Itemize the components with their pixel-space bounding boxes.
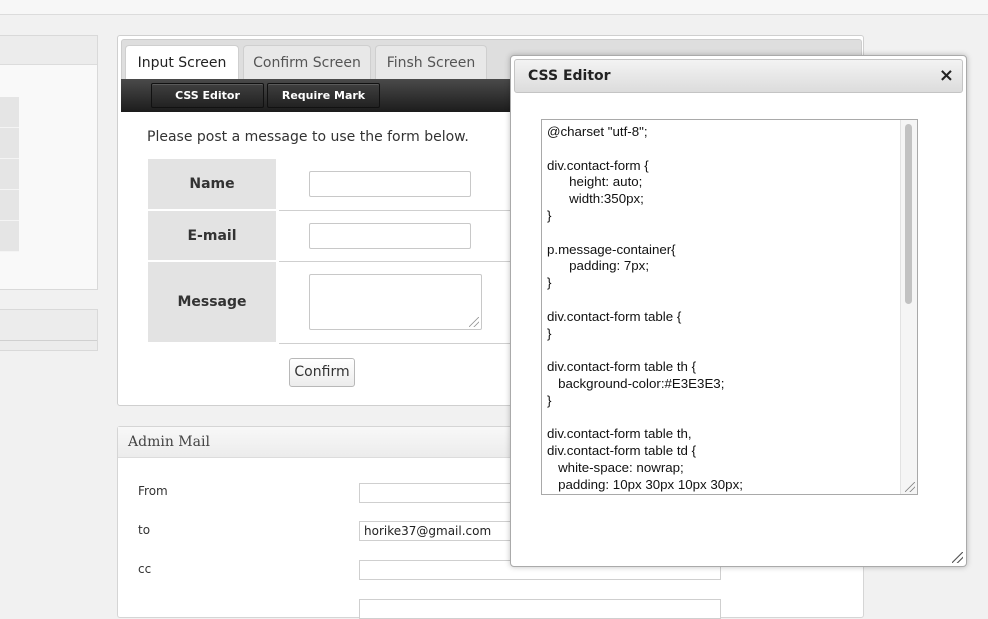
name-input[interactable] [309, 171, 471, 198]
sidebar-panel-header [0, 36, 97, 65]
tab-confirm-screen[interactable]: Confirm Screen [243, 45, 371, 80]
cc-label: cc [138, 562, 152, 576]
vertical-scrollbar[interactable] [900, 120, 917, 494]
sidebar-row[interactable] [0, 190, 19, 221]
sidebar-row[interactable] [0, 159, 19, 190]
dialog-resize-grip-icon[interactable] [952, 552, 963, 563]
email-input[interactable] [309, 222, 471, 249]
sidebar-panel-2 [0, 309, 98, 351]
css-editor-dialog: CSS Editor × @charset "utf-8"; div.conta… [510, 55, 967, 567]
require-mark-button[interactable]: Require Mark [267, 83, 380, 108]
sidebar-row[interactable] [0, 221, 19, 252]
sidebar-row[interactable] [0, 128, 19, 159]
sidebar-row[interactable] [0, 97, 19, 128]
css-code-text[interactable]: @charset "utf-8"; div.contact-form { hei… [542, 120, 917, 494]
css-code-textarea[interactable]: @charset "utf-8"; div.contact-form { hei… [541, 119, 918, 495]
form-row-email: E-mail [148, 210, 549, 262]
top-bar [0, 0, 988, 15]
contact-form-table: Name E-mail Message [148, 159, 549, 344]
to-label: to [138, 523, 151, 537]
resize-grip-icon[interactable] [469, 317, 479, 327]
scrollbar-thumb[interactable] [905, 124, 912, 304]
bcc-input[interactable] [359, 599, 721, 619]
dialog-titlebar[interactable]: CSS Editor × [514, 59, 963, 93]
confirm-button[interactable]: Confirm [289, 358, 355, 387]
close-icon[interactable]: × [939, 65, 954, 86]
dialog-title: CSS Editor [528, 68, 611, 84]
textarea-resize-grip-icon[interactable] [905, 482, 915, 492]
name-label: Name [148, 159, 279, 211]
tab-input-screen[interactable]: Input Screen [125, 45, 239, 82]
sidebar-rows [0, 97, 19, 252]
from-label: From [138, 484, 168, 498]
email-label: E-mail [148, 210, 279, 262]
sidebar-panel [0, 35, 98, 290]
form-intro-text: Please post a message to use the form be… [147, 129, 469, 145]
divider [0, 340, 97, 341]
css-editor-button[interactable]: CSS Editor [151, 83, 264, 108]
message-textarea[interactable] [309, 274, 482, 330]
form-row-name: Name [148, 159, 549, 211]
form-row-message: Message [148, 261, 549, 344]
tab-finish-screen[interactable]: Finsh Screen [375, 45, 487, 80]
message-label: Message [148, 261, 279, 344]
